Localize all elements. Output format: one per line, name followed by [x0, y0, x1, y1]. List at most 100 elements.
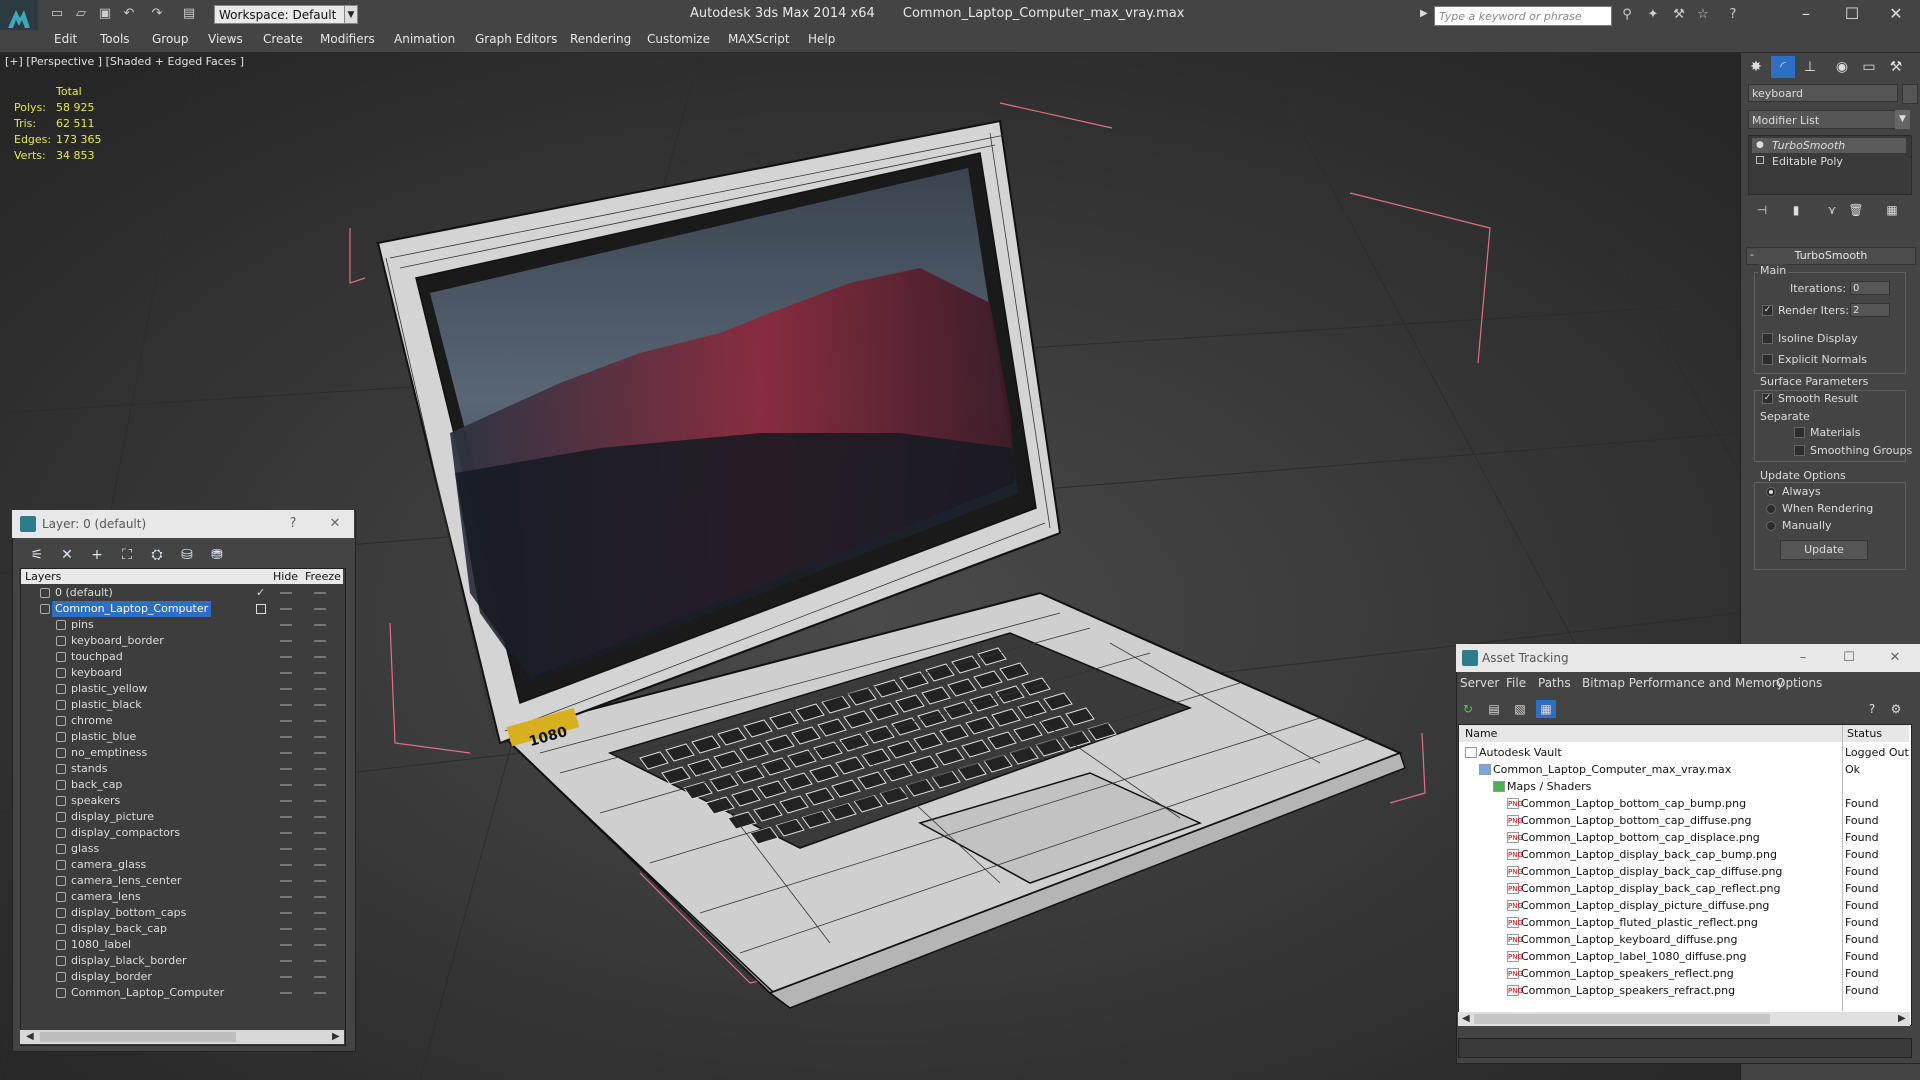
col-name[interactable]: Name [1465, 725, 1497, 742]
binoculars-icon[interactable]: ⚲ [1618, 6, 1636, 24]
freeze-toggle[interactable] [314, 720, 326, 722]
minimize-icon[interactable]: – [1786, 2, 1826, 26]
open-file-icon[interactable]: ▱ [72, 5, 90, 23]
hide-toggle[interactable] [280, 800, 292, 802]
delete-layer-icon[interactable]: ✕ [56, 545, 78, 565]
select-layer-icon[interactable]: ⛭ [146, 545, 168, 565]
set-current-layer-icon[interactable] [256, 604, 266, 614]
hide-toggle[interactable] [280, 720, 292, 722]
freeze-toggle[interactable] [314, 992, 326, 994]
object-name-field[interactable]: keyboard [1748, 84, 1898, 102]
menu-views[interactable]: Views [208, 32, 243, 46]
col-freeze[interactable]: Freeze [305, 569, 341, 584]
menu-group[interactable]: Group [152, 32, 189, 46]
scroll-left-icon[interactable]: ◀ [26, 1031, 34, 1042]
menu-tools[interactable]: Tools [100, 32, 130, 46]
help-icon[interactable]: ? [1724, 6, 1742, 24]
layer-row[interactable]: keyboard [22, 665, 342, 681]
layer-row[interactable]: display_bottom_caps [22, 905, 342, 921]
freeze-toggle[interactable] [314, 976, 326, 978]
layer-row[interactable]: display_compactors [22, 825, 342, 841]
layer-dialog-titlebar[interactable]: Layer: 0 (default) ? ✕ [12, 510, 354, 538]
configure-sets-icon[interactable]: ▦ [1882, 200, 1902, 220]
show-end-result-icon[interactable]: ▮ [1786, 200, 1806, 220]
new-file-icon[interactable]: ▭ [48, 5, 66, 23]
layer-properties-icon[interactable]: ⛁ [176, 545, 198, 565]
update-button[interactable]: Update [1780, 540, 1868, 560]
turbosmooth-rollout-title[interactable]: TurboSmooth [1746, 247, 1916, 265]
freeze-toggle[interactable] [314, 944, 326, 946]
hide-toggle[interactable] [280, 912, 292, 914]
freeze-toggle[interactable] [314, 672, 326, 674]
layer-row[interactable]: stands [22, 761, 342, 777]
layer-row[interactable]: display_back_cap [22, 921, 342, 937]
freeze-toggle[interactable] [314, 784, 326, 786]
pin-stack-icon[interactable]: ⊣ [1752, 200, 1772, 220]
menu-rendering[interactable]: Rendering [570, 32, 631, 46]
asset-menu-file[interactable]: File [1506, 676, 1526, 690]
hide-toggle[interactable] [280, 672, 292, 674]
redo-icon[interactable]: ↷ [148, 5, 166, 23]
menu-maxscript[interactable]: MAXScript [728, 32, 790, 46]
asset-menu-options[interactable]: Options [1776, 676, 1822, 690]
hierarchy-tab-icon[interactable]: ⊥ [1798, 56, 1822, 78]
explicit-normals-checkbox[interactable] [1762, 354, 1773, 365]
layer-row[interactable]: plastic_blue [22, 729, 342, 745]
asset-path-field[interactable] [1458, 1038, 1912, 1058]
menu-customize[interactable]: Customize [647, 32, 710, 46]
add-layer-icon[interactable]: + [86, 545, 108, 565]
make-unique-icon[interactable]: ⋎ [1822, 200, 1842, 220]
menu-create[interactable]: Create [263, 32, 303, 46]
freeze-toggle[interactable] [314, 816, 326, 818]
freeze-toggle[interactable] [314, 736, 326, 738]
hide-all-icon[interactable]: ⛃ [206, 545, 228, 565]
hide-toggle[interactable] [280, 832, 292, 834]
freeze-toggle[interactable] [314, 864, 326, 866]
layer-row[interactable]: speakers [22, 793, 342, 809]
hide-toggle[interactable] [280, 592, 292, 594]
layer-row[interactable]: Common_Laptop_Computer [22, 985, 342, 1001]
layer-row[interactable]: pins [22, 617, 342, 633]
help-icon[interactable]: ? [1862, 700, 1882, 718]
when-rendering-radio[interactable] [1766, 504, 1776, 514]
communication-icon[interactable]: ⚒ [1670, 6, 1688, 24]
favorites-star-icon[interactable]: ☆ [1694, 6, 1712, 24]
materials-checkbox[interactable] [1794, 427, 1805, 438]
freeze-toggle[interactable] [314, 896, 326, 898]
menu-graph-editors[interactable]: Graph Editors [475, 32, 557, 46]
current-layer-check-icon[interactable]: ✓ [256, 585, 265, 601]
hide-toggle[interactable] [280, 816, 292, 818]
hide-toggle[interactable] [280, 880, 292, 882]
collapse-minus-icon[interactable]: - [1750, 248, 1754, 261]
menu-animation[interactable]: Animation [394, 32, 455, 46]
menu-help[interactable]: Help [808, 32, 835, 46]
project-folder-icon[interactable]: ▤ [180, 5, 198, 23]
thumbnail-view-icon[interactable]: ▧ [1510, 700, 1530, 718]
hide-toggle[interactable] [280, 848, 292, 850]
layer-scroll-thumb[interactable] [40, 1032, 236, 1042]
stack-item-editable-poly[interactable]: Editable Poly [1752, 154, 1906, 169]
freeze-toggle[interactable] [314, 768, 326, 770]
isoline-display-checkbox[interactable] [1762, 333, 1773, 344]
close-icon[interactable]: ✕ [1886, 649, 1904, 667]
layer-manager-icon[interactable]: ⚟ [26, 545, 48, 565]
freeze-toggle[interactable] [314, 848, 326, 850]
display-tab-icon[interactable]: ▭ [1857, 56, 1881, 78]
hide-toggle[interactable] [280, 608, 292, 610]
subscription-icon[interactable]: ✦ [1644, 6, 1662, 24]
freeze-toggle[interactable] [314, 960, 326, 962]
layer-row[interactable]: plastic_black [22, 697, 342, 713]
col-layers[interactable]: Layers [25, 569, 61, 584]
layer-row[interactable]: camera_lens [22, 889, 342, 905]
layer-row[interactable]: display_picture [22, 809, 342, 825]
close-icon[interactable]: ✕ [1876, 2, 1916, 26]
search-input[interactable]: Type a keyword or phrase [1434, 6, 1612, 26]
maximize-icon[interactable]: ☐ [1832, 2, 1872, 26]
manually-radio[interactable] [1766, 521, 1776, 531]
expand-plus-icon[interactable] [1756, 156, 1764, 164]
scroll-right-icon[interactable]: ▶ [332, 1031, 340, 1042]
modifier-list-dropdown[interactable]: Modifier List [1748, 110, 1910, 129]
freeze-toggle[interactable] [314, 656, 326, 658]
freeze-toggle[interactable] [314, 640, 326, 642]
layer-row[interactable]: camera_glass [22, 857, 342, 873]
